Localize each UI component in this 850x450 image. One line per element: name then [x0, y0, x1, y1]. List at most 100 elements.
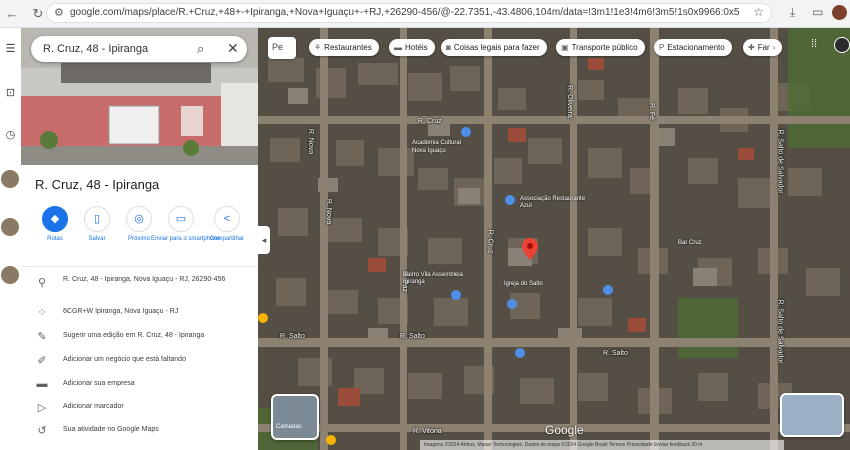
history-icon: ↺ — [37, 425, 47, 437]
account-avatar[interactable] — [834, 37, 850, 53]
chip-label: Transporte público — [571, 43, 638, 52]
search-box[interactable]: R. Cruz, 48 - Ipiranga ⌕ ✕ — [31, 36, 247, 62]
street-label: R. Fé — [648, 102, 656, 121]
bookmark-star-icon[interactable]: ☆ — [753, 5, 764, 19]
plus-code-icon: ⁘ — [37, 307, 47, 319]
place-panel: R. Cruz, 48 - Ipiranga ⌕ ✕ R. Cruz, 48 -… — [21, 28, 259, 450]
parking-icon: P — [659, 43, 665, 52]
suggest-edit-text: Sugerir uma edição em R. Cruz, 48 - Ipir… — [63, 332, 205, 339]
apps-grid-icon[interactable]: ⁞⁞ — [811, 38, 817, 50]
url-text[interactable]: google.com/maps/place/R.+Cruz,+48+-+Ipir… — [70, 7, 740, 18]
recent-place-thumb[interactable] — [1, 170, 19, 188]
chip-things-to-do[interactable]: ◙ Coisas legais para fazer — [441, 39, 547, 56]
street-label: R. Nova — [325, 198, 333, 225]
add-missing-row[interactable]: ✐ Adicionar um negócio que está faltando — [21, 354, 258, 374]
camera-icon: ◙ — [446, 43, 451, 52]
recent-place-thumb[interactable] — [1, 266, 19, 284]
action-label: Rotas — [47, 236, 63, 242]
saved-icon[interactable]: ⊡ — [0, 86, 21, 99]
poi-label[interactable]: Igreja do Salto — [504, 281, 584, 288]
chevron-right-icon: › — [772, 43, 776, 52]
street-label: R. Salto de Salvador — [776, 299, 784, 364]
close-icon[interactable]: ✕ — [227, 40, 239, 57]
address-text: R. Cruz, 48 - Ipiranga, Nova Iguaçu - RJ… — [63, 276, 226, 283]
share-icon: < — [214, 206, 240, 232]
left-rail: ☰ ⊡ ◷ — [0, 28, 22, 450]
chip-pharmacy[interactable]: ✚ Far › — [743, 39, 783, 56]
site-info-icon[interactable]: ⚙ — [54, 6, 64, 19]
profile-avatar[interactable] — [832, 5, 847, 20]
street-label: R. Cruz — [418, 118, 442, 125]
address-row[interactable]: ⚲ R. Cruz, 48 - Ipiranga, Nova Iguaçu - … — [21, 274, 258, 304]
pin-icon: ⚲ — [37, 277, 47, 289]
save-button[interactable]: ▯ Salvar — [75, 206, 119, 242]
add-missing-text: Adicionar um negócio que está faltando — [63, 356, 186, 363]
directions-button[interactable]: ◆ Rotas — [33, 206, 77, 242]
share-button[interactable]: < Compartilhar — [205, 206, 249, 242]
poi-label[interactable]: Bar Cruz — [678, 240, 738, 247]
action-bar: ◆ Rotas ▯ Salvar ◎ Próximo ▭ Enviar para… — [21, 206, 258, 266]
suggest-edit-row[interactable]: ✎ Sugerir uma edição em R. Cruz, 48 - Ip… — [21, 330, 258, 350]
satellite-imagery[interactable] — [258, 28, 850, 450]
map-layer-toggle[interactable]: Pe — [268, 37, 296, 59]
plus-code-text: 6CGR+W Ipiranga, Nova Iguaçu - RJ — [63, 308, 179, 315]
pharmacy-icon: ✚ — [748, 43, 755, 52]
street-label: R. Salto de Salvador — [776, 129, 784, 194]
reload-icon[interactable]: ↻ — [30, 6, 46, 22]
search-icon[interactable]: ⌕ — [197, 41, 204, 57]
chip-label: Hotéis — [405, 43, 428, 52]
recent-icon[interactable]: ◷ — [0, 128, 21, 141]
chip-restaurants[interactable]: ⚘ Restaurantes — [309, 39, 379, 56]
car-icon: ▬ — [36, 378, 48, 390]
add-business-row[interactable]: ▬ Adicionar sua empresa — [21, 378, 258, 398]
maps-activity-row[interactable]: ↺ Sua atividade no Google Maps — [21, 424, 258, 444]
chip-transit[interactable]: ▣ Transporte público — [556, 39, 645, 56]
back-icon[interactable]: ← — [4, 6, 20, 22]
poi-label[interactable]: Academia Cultural — [412, 140, 482, 147]
satellite-map[interactable]: R. Cruz R. Nova R. Nova R. Paz R. Cruz R… — [258, 28, 850, 450]
address-bar[interactable]: ⚙ google.com/maps/place/R.+Cruz,+48+-+Ip… — [46, 3, 772, 23]
hotel-icon: ▬ — [394, 43, 402, 52]
poi-label[interactable]: Associação Restaurante Azul — [520, 196, 590, 210]
poi-label[interactable]: Bairro Vila Assembleia Ipiranga — [403, 272, 473, 286]
map-attribution[interactable]: Imagens ©2024 Airbus, Maxar Technologies… — [420, 440, 784, 450]
add-label-row[interactable]: ▷ Adicionar marcador — [21, 401, 258, 421]
restaurant-icon: ⚘ — [314, 43, 322, 52]
place-title: R. Cruz, 48 - Ipiranga — [35, 177, 160, 192]
transit-icon: ▣ — [561, 43, 569, 52]
layers-label: Camadas — [276, 424, 302, 430]
add-label-text: Adicionar marcador — [63, 403, 124, 410]
poi-label[interactable]: Nova Iguaçu — [412, 148, 482, 155]
recent-place-thumb[interactable] — [1, 218, 19, 236]
street-label: R. Oliveira — [565, 85, 573, 118]
maps-activity-text: Sua atividade no Google Maps — [63, 426, 159, 433]
place-photo[interactable]: R. Cruz, 48 - Ipiranga ⌕ ✕ — [21, 28, 258, 165]
bookmark-icon: ▯ — [84, 206, 110, 232]
search-input[interactable]: R. Cruz, 48 - Ipiranga — [43, 43, 148, 55]
chip-label: Restaurantes — [324, 43, 372, 52]
label-icon: ▷ — [37, 402, 47, 414]
edit-icon: ✎ — [37, 331, 47, 343]
street-view-preview[interactable] — [780, 393, 844, 437]
layers-button[interactable] — [271, 394, 319, 440]
browser-toolbar: ← ↻ ⚙ google.com/maps/place/R.+Cruz,+48+… — [0, 0, 850, 28]
collapse-panel-button[interactable]: ◂ — [258, 226, 270, 254]
action-label: Enviar para o smartphone — [151, 236, 221, 242]
plus-code-row[interactable]: ⁘ 6CGR+W Ipiranga, Nova Iguaçu - RJ — [21, 306, 258, 326]
send-to-phone-button[interactable]: ▭ Enviar para o smartphone — [151, 206, 220, 242]
chip-label: Far — [757, 43, 770, 52]
action-label: Salvar — [88, 236, 106, 242]
street-label: R. Vitória — [413, 428, 442, 435]
add-business-text: Adicionar sua empresa — [63, 380, 135, 387]
nearby-icon: ◎ — [126, 206, 152, 232]
chip-hotels[interactable]: ▬ Hotéis — [389, 39, 435, 56]
download-icon[interactable]: ⤓ — [790, 5, 795, 20]
street-label: R. Nova — [307, 128, 315, 155]
street-label: R. Cruz — [486, 229, 494, 254]
street-label: R. Salto — [400, 333, 425, 340]
chip-parking[interactable]: P Estacionamento — [654, 39, 732, 56]
layer-chip-label: Pe — [272, 42, 284, 52]
chip-label: Coisas legais para fazer — [453, 43, 540, 52]
sidebar-icon[interactable]: ▭ — [812, 5, 823, 19]
menu-icon[interactable]: ☰ — [0, 42, 21, 55]
